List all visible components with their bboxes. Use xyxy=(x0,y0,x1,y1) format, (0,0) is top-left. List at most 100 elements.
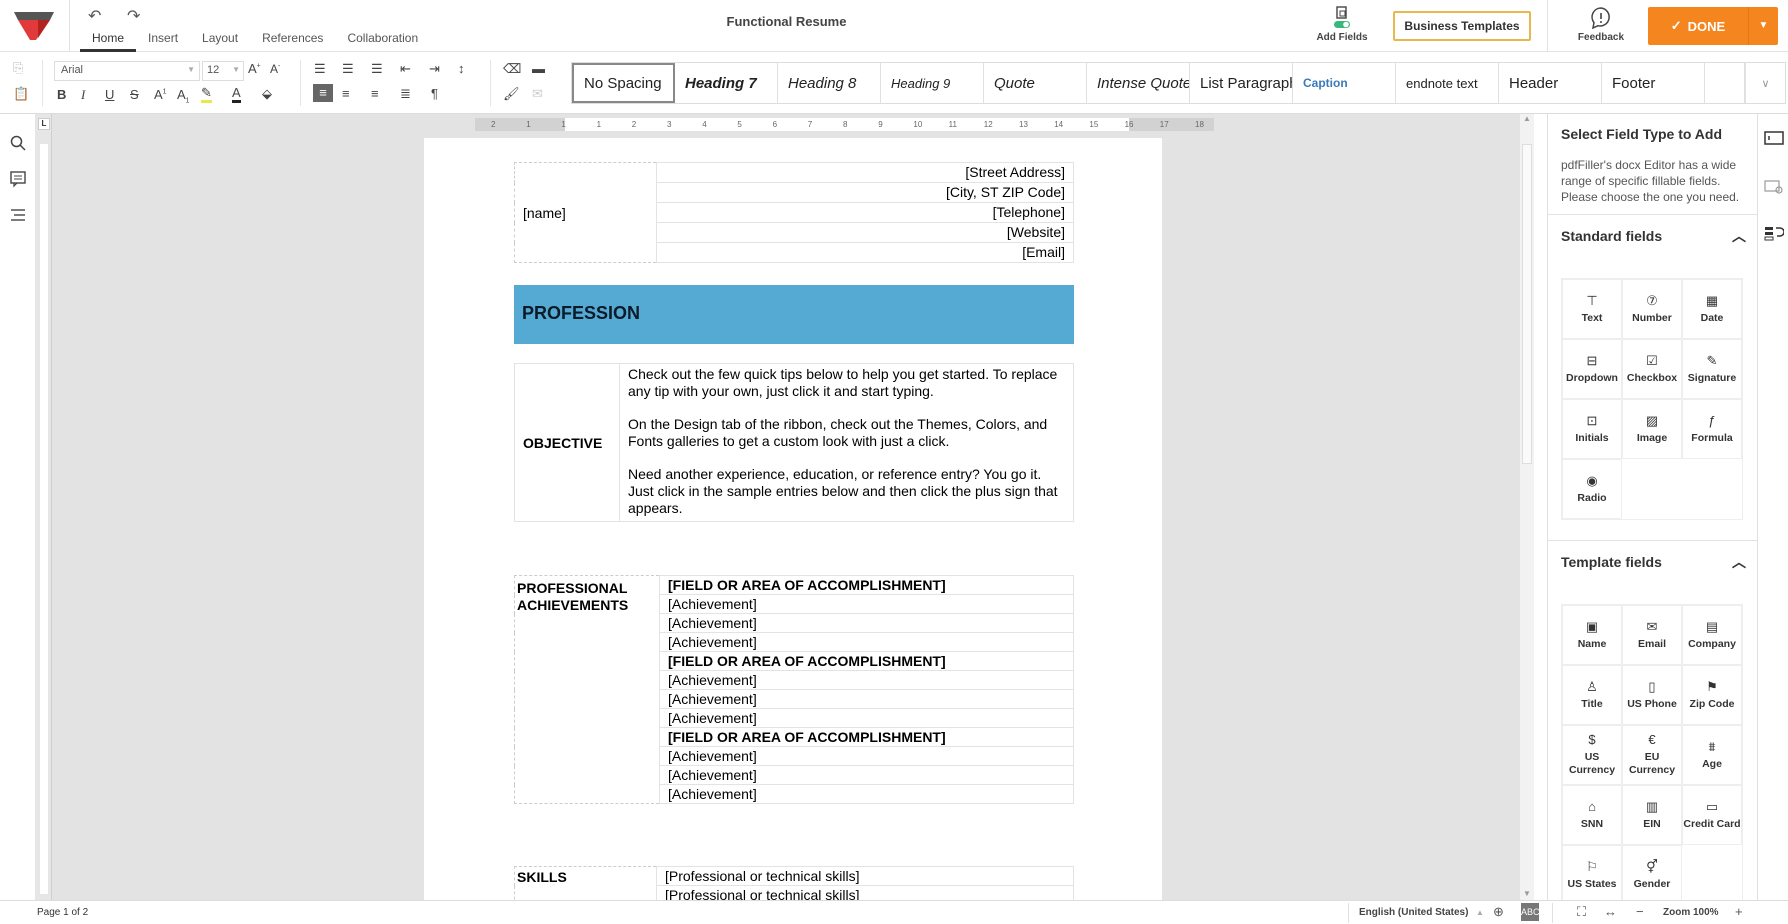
city-cell[interactable]: [City, ST ZIP Code] xyxy=(656,182,1074,203)
field-order-icon[interactable] xyxy=(1764,224,1784,244)
skill-cell[interactable]: [Professional or technical skills] xyxy=(656,885,1074,900)
field-signature[interactable]: ✎ Signature xyxy=(1682,339,1742,399)
field-formula[interactable]: ƒ Formula xyxy=(1682,399,1742,459)
copy-icon[interactable]: ⎘ xyxy=(13,60,23,76)
multilevel-list-icon[interactable]: ☰ xyxy=(371,61,383,77)
superscript-icon[interactable]: A1 xyxy=(154,87,167,102)
field-radio[interactable]: ◉ Radio xyxy=(1562,459,1622,519)
street-address-cell[interactable]: [Street Address] xyxy=(656,162,1074,183)
template-field-age[interactable]: ⩩ Age xyxy=(1682,725,1742,785)
strikethrough-icon[interactable]: S xyxy=(130,87,139,102)
highlight-icon[interactable]: ✎ xyxy=(201,86,212,103)
achievement-cell[interactable]: [Achievement] xyxy=(659,784,1074,804)
add-fields-button[interactable]: Add Fields xyxy=(1312,6,1372,43)
chevron-down-icon[interactable]: ∨ xyxy=(1745,63,1785,103)
template-field-name[interactable]: ▣ Name xyxy=(1562,605,1622,665)
chevron-down-icon[interactable]: ▼ xyxy=(1748,7,1778,45)
name-cell[interactable]: [name] xyxy=(514,162,657,263)
bold-icon[interactable]: B xyxy=(57,87,66,102)
search-icon[interactable] xyxy=(9,134,27,152)
mail-merge-icon[interactable]: ✉ xyxy=(532,86,543,102)
template-field-title[interactable]: ♙ Title xyxy=(1562,665,1622,725)
scroll-up-icon[interactable]: ▲ xyxy=(1523,114,1531,123)
zoom-out-icon[interactable]: − xyxy=(1636,904,1644,919)
style-no-spacing[interactable]: No Spacing xyxy=(572,63,675,103)
italic-icon[interactable]: I xyxy=(81,87,85,103)
paste-icon[interactable]: 📋 xyxy=(13,86,29,102)
style-heading-8[interactable]: Heading 8 xyxy=(778,63,881,103)
profession-banner[interactable]: PROFESSION xyxy=(514,285,1074,344)
skill-cell[interactable]: [Professional or technical skills] xyxy=(656,866,1074,886)
done-button[interactable]: ✓ DONE ▼ xyxy=(1648,7,1778,45)
template-field-gender[interactable]: ⚥ Gender xyxy=(1622,845,1682,900)
chevron-up-icon[interactable]: ︿ xyxy=(1732,226,1746,246)
spellcheck-icon[interactable]: ABC xyxy=(1521,903,1540,921)
increase-indent-icon[interactable]: ⇥ xyxy=(429,61,440,77)
accomplishment-area-cell[interactable]: [FIELD OR AREA OF ACCOMPLISHMENT] xyxy=(659,575,1074,595)
bullet-list-icon[interactable]: ☰ xyxy=(314,61,326,77)
comment-icon[interactable] xyxy=(9,170,27,188)
paragraph-marks-icon[interactable]: ¶ xyxy=(431,86,438,101)
vertical-ruler[interactable]: L xyxy=(36,114,52,900)
tab-layout[interactable]: Layout xyxy=(190,28,250,52)
fit-page-icon[interactable]: ⛶ xyxy=(1577,904,1586,920)
achievement-cell[interactable]: [Achievement] xyxy=(659,708,1074,728)
align-left-icon[interactable]: ≡ xyxy=(313,84,333,102)
line-spacing-icon[interactable]: ↕ xyxy=(458,61,465,76)
style-intense-quote[interactable]: Intense Quote xyxy=(1087,63,1190,103)
template-field-company[interactable]: ▤ Company xyxy=(1682,605,1742,665)
tab-home[interactable]: Home xyxy=(80,28,137,52)
objective-label[interactable]: OBJECTIVE xyxy=(514,363,620,522)
decrease-indent-icon[interactable]: ⇤ xyxy=(400,61,411,77)
tab-stop-selector[interactable]: L xyxy=(38,118,50,130)
increase-font-icon[interactable]: A+ xyxy=(248,61,261,76)
website-cell[interactable]: [Website] xyxy=(656,222,1074,243)
tab-insert[interactable]: Insert xyxy=(136,28,190,52)
field-checkbox[interactable]: ☑ Checkbox xyxy=(1622,339,1682,399)
zoom-in-icon[interactable]: + xyxy=(1735,904,1743,919)
shading-icon[interactable]: ▬ xyxy=(532,61,545,76)
language-select[interactable]: English (United States) xyxy=(1359,907,1468,918)
achievement-cell[interactable]: [Achievement] xyxy=(659,765,1074,785)
business-templates-button[interactable]: Business Templates xyxy=(1393,11,1531,41)
fill-color-icon[interactable]: ⬙ xyxy=(262,86,272,102)
template-field-email[interactable]: ✉ Email xyxy=(1622,605,1682,665)
justify-icon[interactable]: ≣ xyxy=(400,86,411,102)
style-list-paragraph[interactable]: List Paragraph xyxy=(1190,63,1293,103)
vertical-scrollbar[interactable]: ▲ ▼ xyxy=(1520,114,1534,900)
document-page[interactable]: [name] [Street Address] [City, ST ZIP Co… xyxy=(424,138,1162,900)
field-date[interactable]: ▦ Date xyxy=(1682,279,1742,339)
style-endnote-text[interactable]: endnote text xyxy=(1396,63,1499,103)
achievements-label[interactable]: PROFESSIONAL ACHIEVEMENTS xyxy=(514,575,660,804)
style-empty[interactable] xyxy=(1705,63,1745,103)
template-field-us-currency[interactable]: $ US Currency xyxy=(1562,725,1622,785)
field-properties-icon[interactable] xyxy=(1764,176,1784,196)
horizontal-ruler[interactable]: 2 1 1 1 2 3 4 5 6 7 8 9 10 11 12 13 14 15 16 17 18 xyxy=(475,118,1214,131)
template-field-us-phone[interactable]: ▯ US Phone xyxy=(1622,665,1682,725)
achievement-cell[interactable]: [Achievement] xyxy=(659,670,1074,690)
skills-label[interactable]: SKILLS xyxy=(514,866,657,900)
achievement-cell[interactable]: [Achievement] xyxy=(659,632,1074,652)
template-field-zip-code[interactable]: ⚑ Zip Code xyxy=(1682,665,1742,725)
achievement-cell[interactable]: [Achievement] xyxy=(659,689,1074,709)
style-footer[interactable]: Footer xyxy=(1602,63,1705,103)
style-heading-7[interactable]: Heading 7 xyxy=(675,63,778,103)
template-field-eu-currency[interactable]: € EU Currency xyxy=(1622,725,1682,785)
email-cell[interactable]: [Email] xyxy=(656,242,1074,263)
standard-fields-header[interactable]: Standard fields ︿ xyxy=(1561,228,1746,244)
field-number[interactable]: ⑦ Number xyxy=(1622,279,1682,339)
font-color-icon[interactable]: A xyxy=(232,86,241,103)
achievement-cell[interactable]: [Achievement] xyxy=(659,613,1074,633)
clear-formatting-icon[interactable]: ⌫ xyxy=(503,61,521,77)
style-caption[interactable]: Caption xyxy=(1293,63,1396,103)
scrollbar-thumb[interactable] xyxy=(1522,144,1532,464)
accomplishment-area-cell[interactable]: [FIELD OR AREA OF ACCOMPLISHMENT] xyxy=(659,727,1074,747)
chevron-up-icon[interactable]: ︿ xyxy=(1732,552,1746,572)
accomplishment-area-cell[interactable]: [FIELD OR AREA OF ACCOMPLISHMENT] xyxy=(659,651,1074,671)
numbered-list-icon[interactable]: ☰ xyxy=(342,61,354,77)
globe-icon[interactable]: ⊕ xyxy=(1493,904,1504,920)
template-fields-header[interactable]: Template fields ︿ xyxy=(1561,554,1746,570)
feedback-button[interactable]: Feedback xyxy=(1570,6,1632,43)
font-family-select[interactable]: Arial ▼ xyxy=(54,61,200,81)
chevron-up-icon[interactable]: ▲ xyxy=(1476,908,1484,917)
